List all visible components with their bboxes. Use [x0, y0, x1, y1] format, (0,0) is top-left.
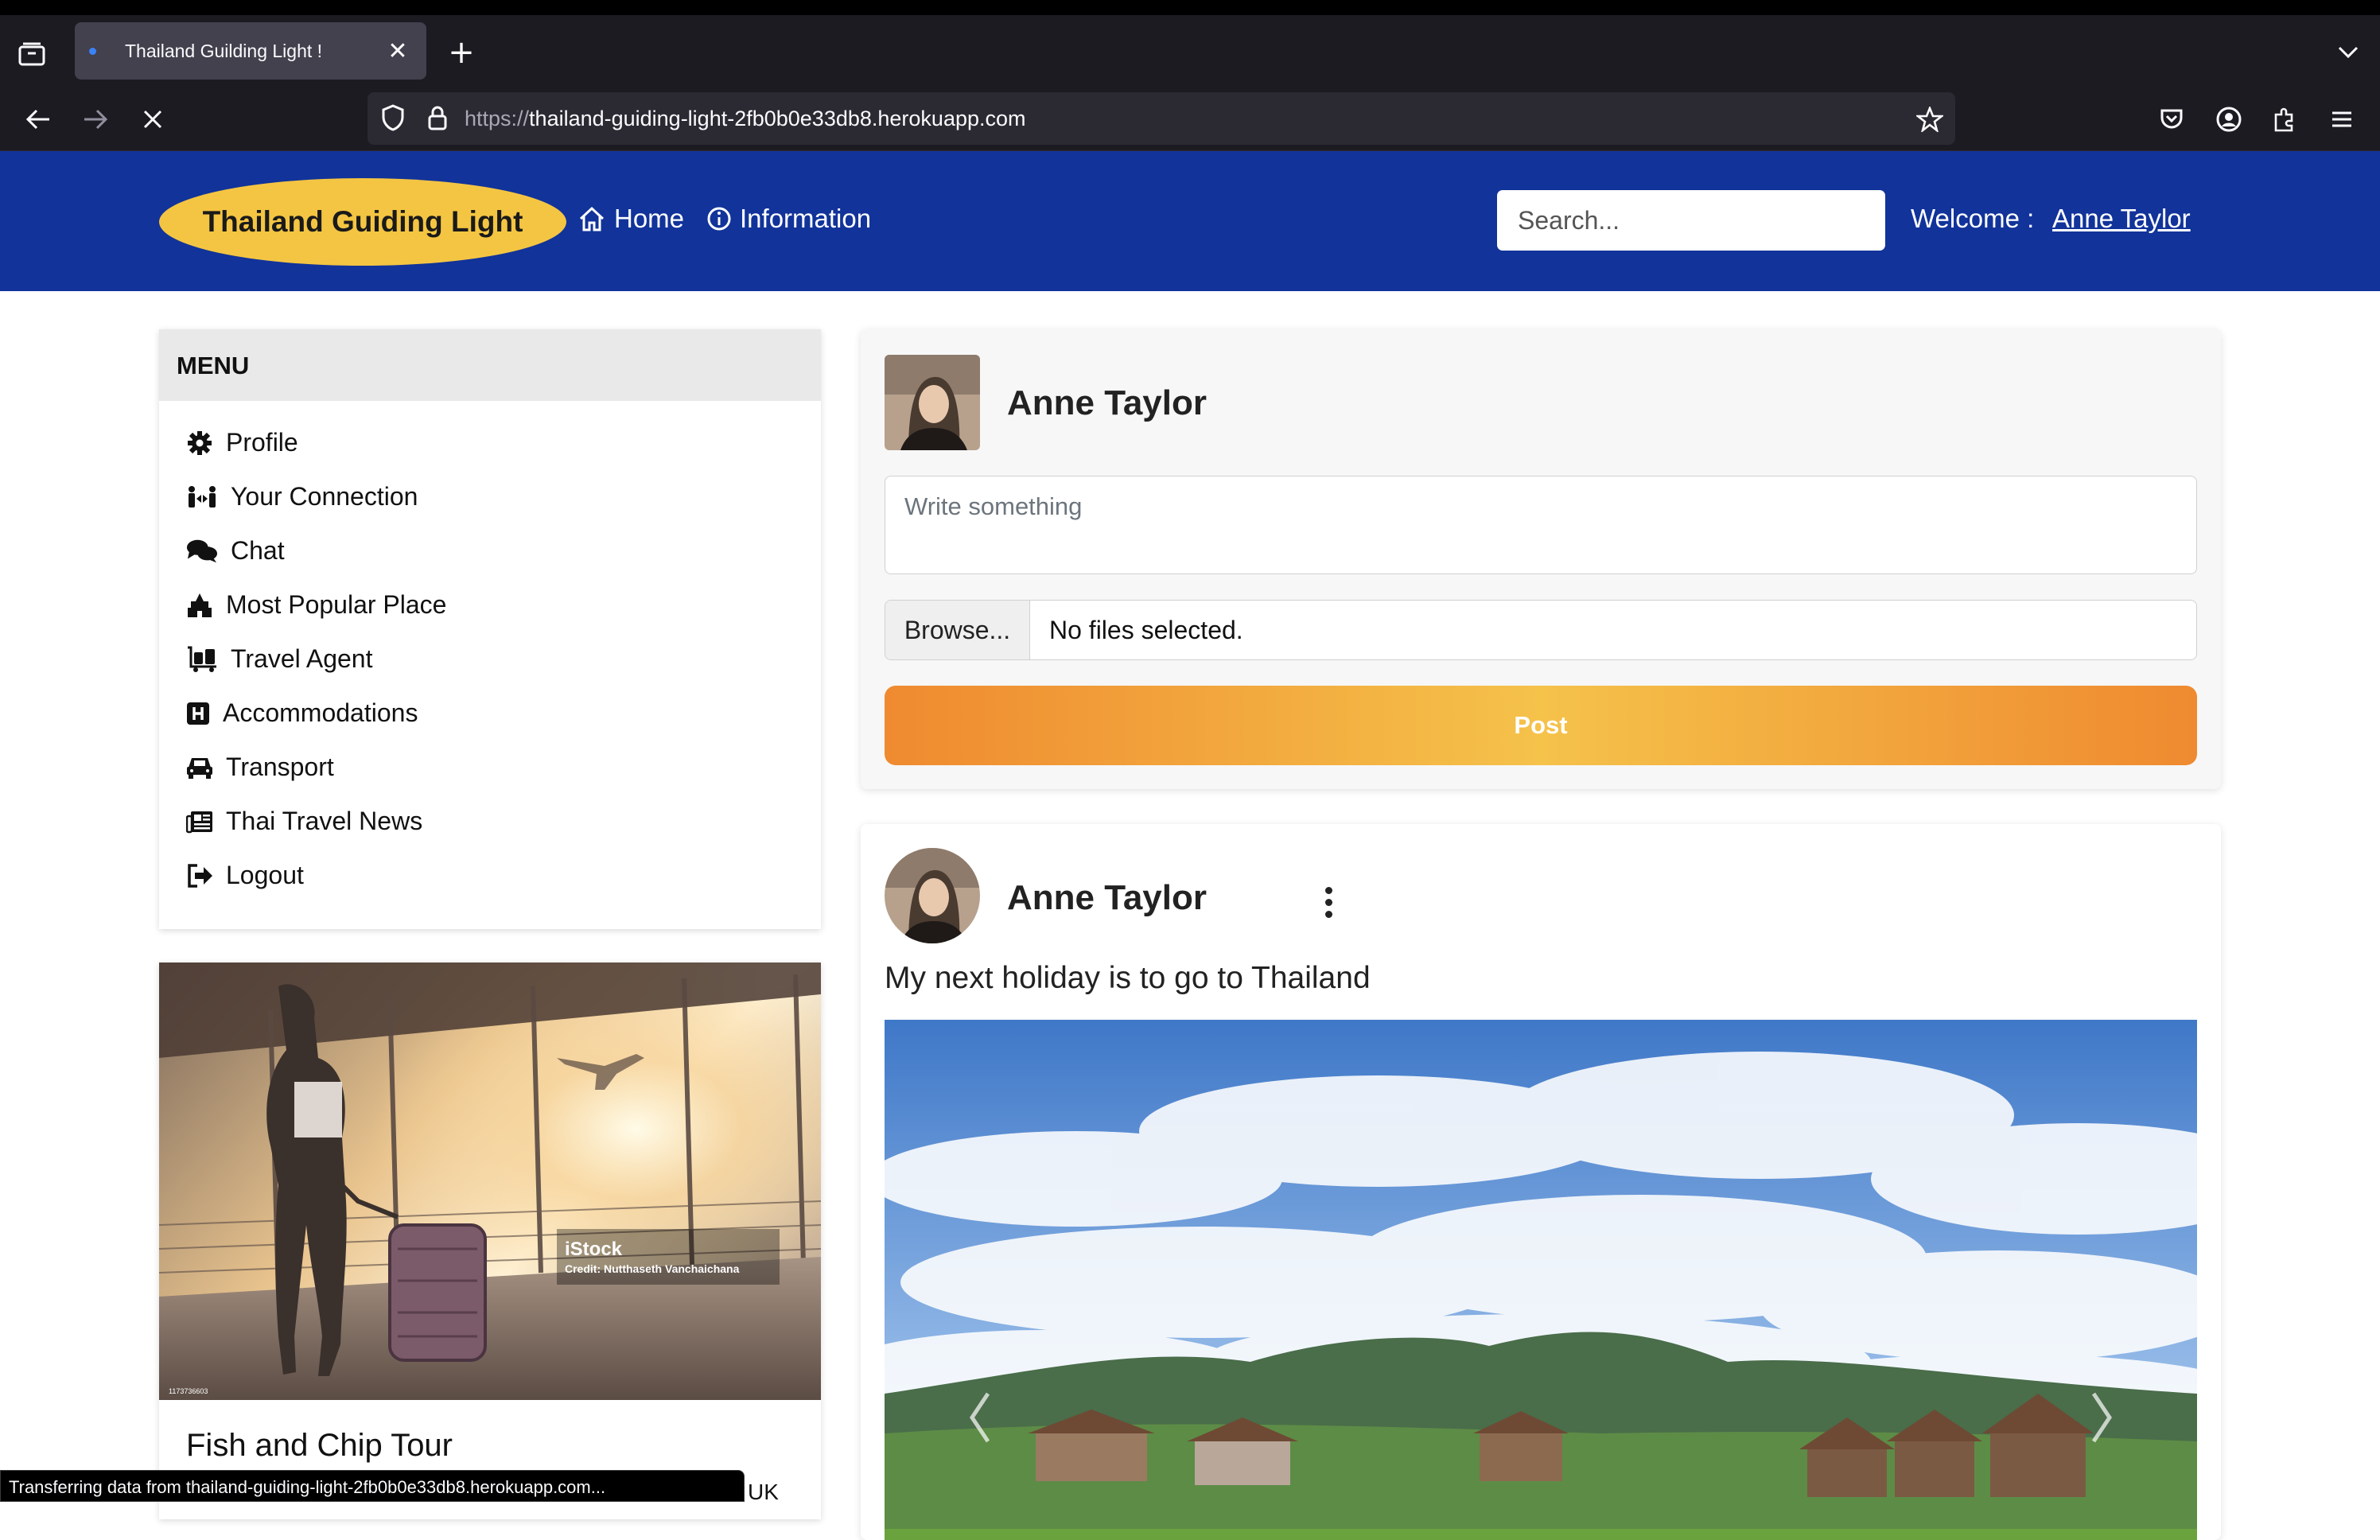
url-text[interactable]: https://thailand-guiding-light-2fb0b0e33… [465, 103, 1026, 134]
avatar[interactable] [885, 848, 980, 943]
post-card: Anne Taylor My next holiday is to go to … [861, 824, 2221, 1540]
comments-icon [186, 538, 218, 565]
luggage-cart-icon [186, 646, 218, 673]
hotel-h-icon [186, 700, 210, 727]
promo-image-id: 1173736603 [169, 1387, 208, 1395]
sidebar-menu: MENU Profile Your Connection Chat Most P… [159, 329, 821, 929]
people-arrows-icon [186, 484, 218, 511]
info-circle-icon [707, 207, 731, 231]
car-icon [186, 754, 213, 781]
menu-hamburger-icon[interactable] [2324, 102, 2359, 137]
sidebar-item-label: Chat [231, 536, 285, 565]
sidebar-item-chat[interactable]: Chat [186, 536, 285, 566]
sidebar-item-your-connection[interactable]: Your Connection [186, 482, 418, 511]
sidebar-item-label: Thai Travel News [226, 807, 423, 835]
lock-icon[interactable] [422, 102, 453, 134]
nav-home-label: Home [614, 204, 685, 233]
sidebar-item-label: Travel Agent [231, 644, 373, 673]
search-input[interactable] [1497, 190, 1885, 251]
promo-card[interactable]: iStock Credit: Nutthaseth Vanchaichana 1… [159, 962, 821, 1519]
post-username[interactable]: Anne Taylor [1007, 878, 1207, 918]
sidebar-item-label: Your Connection [231, 482, 418, 511]
sidebar-item-travel-agent[interactable]: Travel Agent [186, 644, 372, 674]
pocket-icon[interactable] [2154, 102, 2189, 137]
post-text: My next holiday is to go to Thailand [885, 961, 1371, 995]
nav-information-label: Information [740, 204, 872, 233]
sidebar-item-accommodations[interactable]: Accommodations [186, 698, 418, 728]
avatar[interactable] [885, 355, 980, 450]
tab-title: Thailand Guilding Light ! [125, 40, 323, 61]
extensions-icon[interactable] [2267, 102, 2302, 137]
sign-out-icon [186, 862, 213, 889]
forward-arrow-icon[interactable] [78, 102, 113, 137]
newspaper-icon [186, 808, 213, 835]
sidebar-item-label: Logout [226, 861, 304, 889]
stop-loading-icon[interactable] [135, 102, 170, 137]
sidebar-item-transport[interactable]: Transport [186, 752, 334, 782]
nav-home-link[interactable]: Home [578, 204, 684, 234]
tab-overview-icon[interactable] [14, 37, 49, 72]
sidebar-item-label: Profile [226, 428, 298, 457]
welcome-username-link[interactable]: Anne Taylor [2052, 204, 2191, 234]
browser-status-bar: Transferring data from thailand-guiding-… [0, 1470, 745, 1502]
site-logo[interactable]: Thailand Guiding Light [159, 178, 566, 266]
promo-peek-text: UK [748, 1480, 779, 1504]
back-arrow-icon[interactable] [21, 102, 56, 137]
shield-icon[interactable] [377, 102, 409, 134]
post-textarea[interactable] [885, 476, 2197, 574]
promo-title[interactable]: Fish and Chip Tour [186, 1428, 453, 1464]
post-composer: Anne Taylor Browse... No files selected.… [861, 329, 2221, 789]
sidebar-item-label: Accommodations [223, 698, 418, 727]
promo-image-watermark: iStock [565, 1239, 623, 1260]
file-status-text: No files selected. [1049, 615, 1243, 644]
promo-image-credit: Credit: Nutthaseth Vanchaichana [565, 1262, 740, 1275]
landmark-icon [186, 592, 213, 619]
sidebar-item-logout[interactable]: Logout [186, 861, 304, 890]
file-input[interactable]: Browse... No files selected. [885, 600, 2197, 660]
account-icon[interactable] [2211, 102, 2246, 137]
post-options-kebab-icon[interactable] [1314, 878, 1343, 926]
list-tabs-chevron-icon[interactable] [2331, 35, 2366, 70]
browse-button[interactable]: Browse... [885, 601, 1030, 659]
sidebar-item-thai-travel-news[interactable]: Thai Travel News [186, 807, 422, 836]
window-top-strip [0, 0, 2380, 15]
post-button[interactable]: Post [885, 686, 2197, 765]
browser-tab-active[interactable]: Thailand Guilding Light ! ✕ [75, 22, 426, 80]
nav-information-link[interactable]: Information [706, 204, 871, 234]
promo-image: iStock Credit: Nutthaseth Vanchaichana 1… [159, 962, 821, 1400]
close-tab-icon[interactable]: ✕ [383, 37, 412, 65]
sidebar-item-most-popular-place[interactable]: Most Popular Place [186, 590, 446, 620]
home-icon [579, 206, 605, 231]
welcome-label: Welcome : [1911, 204, 2035, 233]
sidebar-item-label: Most Popular Place [226, 590, 447, 619]
new-tab-icon[interactable]: + [444, 34, 479, 71]
bookmark-star-icon[interactable] [1912, 102, 1947, 137]
menu-title: MENU [159, 329, 821, 401]
composer-username: Anne Taylor [1007, 383, 1208, 422]
sidebar-item-profile[interactable]: Profile [186, 428, 298, 457]
gear-icon [186, 430, 213, 457]
tab-loading-icon [89, 47, 96, 55]
post-image-carousel[interactable] [885, 1020, 2197, 1540]
sidebar-item-label: Transport [226, 752, 334, 781]
